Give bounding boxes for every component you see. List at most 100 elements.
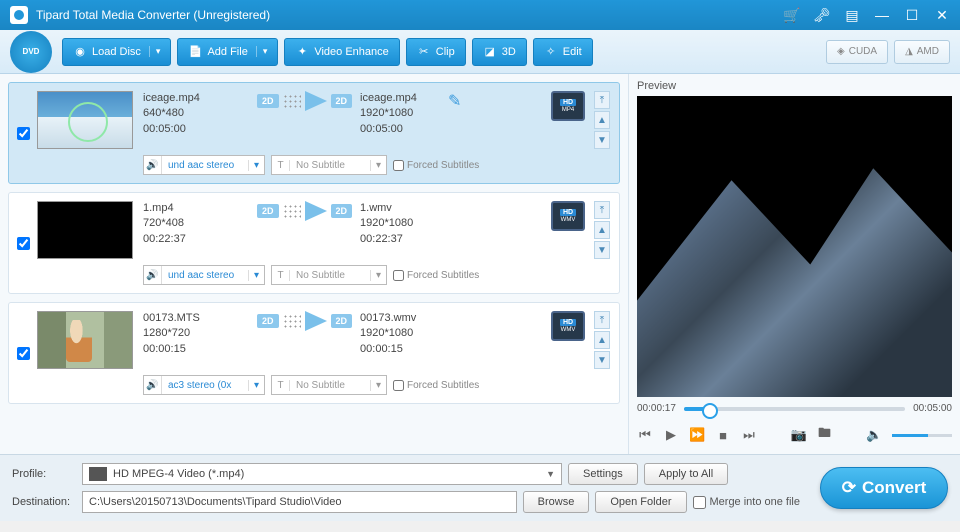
hd-badge: HD [560, 319, 576, 326]
volume-icon[interactable]: 🔈 [866, 427, 882, 443]
profile-select[interactable]: HD MPEG-4 Video (*.mp4) ▼ [82, 463, 562, 485]
file-checkbox[interactable] [17, 127, 30, 140]
file-row[interactable]: iceage.mp4 640*480 00:05:00 2D 2D iceage… [8, 82, 620, 184]
dst-duration: 00:05:00 [360, 122, 448, 137]
feedback-icon[interactable]: ▤ [844, 7, 860, 23]
chevron-down-icon: ▾ [370, 160, 386, 171]
src-resolution: 720*408 [143, 216, 249, 231]
merge-checkbox[interactable]: Merge into one file [693, 496, 801, 509]
src-resolution: 640*480 [143, 106, 249, 121]
prev-button[interactable]: ⏮ [637, 427, 653, 443]
next-button[interactable]: ⏭ [741, 427, 757, 443]
add-file-button[interactable]: 📄 Add File ▾ [177, 38, 278, 66]
merge-label: Merge into one file [710, 496, 801, 508]
dst-duration: 00:22:37 [360, 232, 448, 247]
video-enhance-label: Video Enhance [314, 46, 388, 58]
chevron-down-icon: ▼ [546, 469, 555, 479]
audio-track-select[interactable]: 🔊 ac3 stereo (0x ▾ [143, 375, 265, 395]
src-resolution: 1280*720 [143, 326, 249, 341]
file-thumbnail[interactable] [37, 201, 133, 259]
cart-icon[interactable]: 🛒 [784, 7, 800, 23]
output-format-button[interactable]: HD WMV [551, 201, 585, 231]
convert-button[interactable]: ⟳ Convert [820, 467, 948, 509]
file-thumbnail[interactable] [37, 311, 133, 369]
audio-track-select[interactable]: 🔊 und aac stereo ▾ [143, 265, 265, 285]
forced-checkbox-input[interactable] [393, 160, 404, 171]
forced-subtitles-checkbox[interactable]: Forced Subtitles [393, 155, 479, 175]
subtitle-icon: T [272, 160, 290, 171]
subtitle-select[interactable]: T No Subtitle ▾ [271, 265, 387, 285]
open-folder-button[interactable]: Open Folder [595, 491, 686, 513]
video-enhance-button[interactable]: ✦ Video Enhance [284, 38, 399, 66]
grid-icon [283, 94, 301, 108]
edit-button[interactable]: ✧ Edit [533, 38, 593, 66]
move-down-button[interactable]: ▼ [594, 131, 610, 149]
merge-checkbox-input[interactable] [693, 496, 706, 509]
file-row[interactable]: 00173.MTS 1280*720 00:00:15 2D 2D 00173.… [8, 302, 620, 404]
file-checkbox[interactable] [17, 347, 30, 360]
play-button[interactable]: ▶ [663, 427, 679, 443]
close-button[interactable]: ✕ [934, 7, 950, 23]
apply-to-all-button[interactable]: Apply to All [644, 463, 728, 485]
key-icon[interactable]: 🗝 [814, 7, 830, 23]
destination-input[interactable]: C:\Users\20150713\Documents\Tipard Studi… [82, 491, 517, 513]
pencil-icon[interactable]: ✎ [448, 91, 462, 105]
move-down-button[interactable]: ▼ [594, 351, 610, 369]
dropdown-caret-icon[interactable]: ▾ [149, 46, 161, 57]
format-ext: WMV [561, 217, 576, 223]
browse-button[interactable]: Browse [523, 491, 590, 513]
preview-video[interactable] [637, 96, 952, 397]
move-top-button[interactable]: ⤒ [594, 91, 610, 109]
dst-filename: 00173.wmv [360, 311, 448, 326]
file-row[interactable]: 1.mp4 720*408 00:22:37 2D 2D 1.wmv 1920*… [8, 192, 620, 294]
forced-subtitles-checkbox[interactable]: Forced Subtitles [393, 265, 479, 285]
chevron-down-icon: ▾ [370, 270, 386, 281]
load-disc-button[interactable]: ◉ Load Disc ▾ [62, 38, 171, 66]
output-format-button[interactable]: HD WMV [551, 311, 585, 341]
settings-button[interactable]: Settings [568, 463, 638, 485]
amd-button[interactable]: ◮ AMD [894, 40, 950, 64]
src-2d-badge: 2D [257, 94, 279, 108]
file-checkbox[interactable] [17, 237, 30, 250]
output-format-button[interactable]: HD MP4 [551, 91, 585, 121]
toolbar: DVD ◉ Load Disc ▾ 📄 Add File ▾ ✦ Video E… [0, 30, 960, 74]
subtitle-select[interactable]: T No Subtitle ▾ [271, 155, 387, 175]
minimize-button[interactable]: — [874, 7, 890, 23]
move-up-button[interactable]: ▲ [594, 221, 610, 239]
chevron-down-icon: ▾ [370, 380, 386, 391]
clip-button[interactable]: ✂ Clip [406, 38, 466, 66]
maximize-button[interactable]: ☐ [904, 7, 920, 23]
grid-icon [283, 204, 301, 218]
forced-checkbox-input[interactable] [393, 270, 404, 281]
file-thumbnail[interactable] [37, 91, 133, 149]
subtitle-select[interactable]: T No Subtitle ▾ [271, 375, 387, 395]
cuda-button[interactable]: ◈ CUDA [826, 40, 888, 64]
move-top-button[interactable]: ⤒ [594, 201, 610, 219]
bottom-bar: Profile: HD MPEG-4 Video (*.mp4) ▼ Setti… [0, 454, 960, 521]
dst-resolution: 1920*1080 [360, 326, 448, 341]
edit-label: Edit [563, 46, 582, 58]
scissors-icon: ✂ [417, 45, 431, 59]
arrow-icon [305, 91, 327, 111]
forced-label: Forced Subtitles [407, 160, 479, 171]
dropdown-caret-icon[interactable]: ▾ [256, 46, 268, 57]
snapshot-button[interactable]: 📷 [791, 427, 807, 443]
open-snapshot-folder-button[interactable]: 🖿 [817, 424, 833, 446]
forced-checkbox-input[interactable] [393, 380, 404, 391]
audio-track-select[interactable]: 🔊 und aac stereo ▾ [143, 155, 265, 175]
volume-slider[interactable] [892, 434, 952, 437]
stop-button[interactable]: ■ [715, 428, 731, 443]
three-d-button[interactable]: ◪ 3D [472, 38, 527, 66]
forced-subtitles-checkbox[interactable]: Forced Subtitles [393, 375, 479, 395]
load-disc-label: Load Disc [92, 46, 141, 58]
subtitle-icon: T [272, 380, 290, 391]
move-up-button[interactable]: ▲ [594, 111, 610, 129]
forced-label: Forced Subtitles [407, 270, 479, 281]
add-file-icon: 📄 [188, 45, 202, 59]
fast-forward-button[interactable]: ⏩ [689, 427, 705, 443]
seek-slider[interactable] [684, 407, 905, 411]
move-down-button[interactable]: ▼ [594, 241, 610, 259]
move-top-button[interactable]: ⤒ [594, 311, 610, 329]
move-up-button[interactable]: ▲ [594, 331, 610, 349]
dst-2d-badge: 2D [331, 204, 353, 218]
